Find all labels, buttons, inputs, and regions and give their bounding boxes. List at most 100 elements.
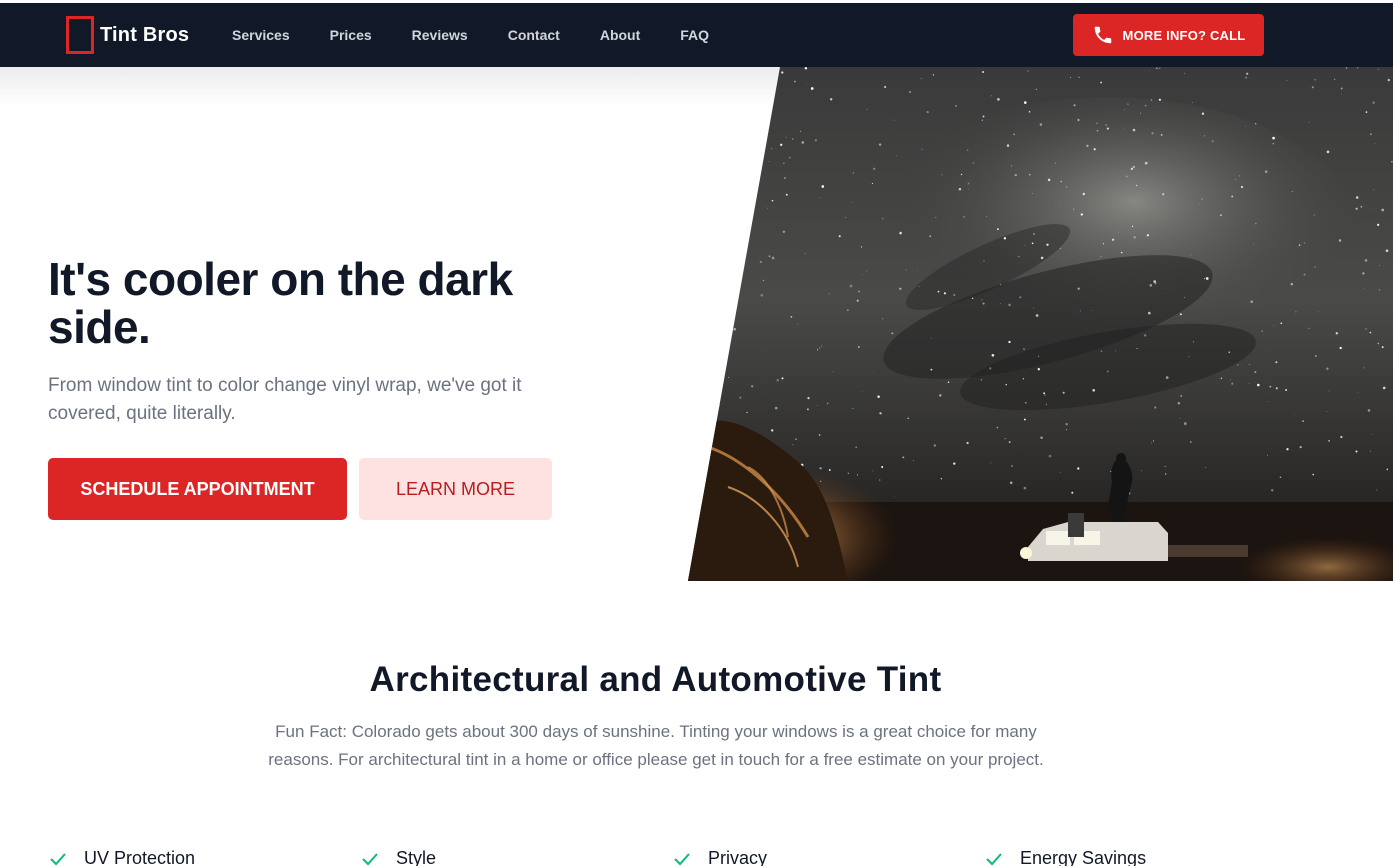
star	[1272, 143, 1274, 145]
hero-image	[688, 67, 1393, 581]
schedule-appointment-button[interactable]: SCHEDULE APPOINTMENT	[48, 458, 347, 520]
star	[788, 156, 791, 159]
star	[856, 474, 859, 476]
star	[737, 136, 739, 137]
star	[968, 188, 969, 190]
star	[1133, 236, 1136, 239]
star	[821, 345, 823, 347]
star	[1073, 208, 1075, 210]
star	[981, 119, 983, 121]
star	[873, 372, 874, 374]
nav-link-contact[interactable]: Contact	[508, 27, 560, 43]
star	[1022, 378, 1024, 380]
star	[937, 290, 940, 293]
star	[1117, 231, 1119, 233]
star	[1006, 144, 1010, 147]
star	[1144, 161, 1148, 165]
star	[1160, 133, 1163, 136]
star	[1378, 289, 1380, 291]
star	[1245, 76, 1247, 79]
star	[1024, 101, 1027, 104]
star	[1040, 436, 1043, 439]
star	[1364, 287, 1365, 289]
star	[1250, 300, 1253, 303]
star	[878, 143, 882, 146]
star	[902, 456, 905, 459]
star	[1035, 88, 1037, 91]
star	[1340, 87, 1343, 90]
star	[1043, 392, 1046, 395]
star	[866, 270, 868, 272]
star	[741, 113, 743, 115]
star	[1314, 79, 1316, 81]
star	[852, 407, 854, 409]
star	[1246, 72, 1249, 75]
star	[1318, 311, 1319, 312]
star	[759, 260, 762, 264]
star	[799, 130, 802, 133]
star	[766, 207, 768, 209]
star	[797, 323, 799, 325]
star	[838, 235, 841, 238]
star	[1011, 465, 1014, 468]
star	[1357, 391, 1359, 393]
star	[1228, 351, 1231, 354]
star	[1044, 394, 1046, 396]
star	[1023, 418, 1026, 421]
star	[776, 378, 779, 382]
star	[1290, 283, 1293, 286]
star	[852, 172, 855, 174]
star	[1230, 379, 1232, 381]
nav-link-services[interactable]: Services	[232, 27, 290, 43]
star	[1355, 196, 1359, 199]
navbar: Tint Bros Services Prices Reviews Contac…	[0, 3, 1393, 67]
star	[1312, 473, 1314, 476]
star	[792, 444, 794, 446]
star	[943, 292, 946, 295]
star	[1180, 395, 1183, 397]
star	[771, 429, 774, 432]
star	[966, 441, 969, 445]
star	[1115, 350, 1116, 352]
star	[1008, 303, 1011, 307]
star	[1369, 133, 1372, 136]
star	[1286, 80, 1288, 81]
star	[941, 174, 943, 176]
star	[828, 293, 830, 295]
star	[700, 199, 703, 202]
star	[849, 284, 853, 288]
star	[1275, 387, 1278, 390]
star	[1244, 125, 1246, 127]
star	[1102, 243, 1105, 245]
nav-link-prices[interactable]: Prices	[330, 27, 372, 43]
star	[1073, 104, 1076, 107]
star	[879, 412, 882, 415]
star	[1365, 328, 1367, 330]
learn-more-button[interactable]: LEARN MORE	[359, 458, 552, 520]
star	[1120, 251, 1123, 254]
star	[1077, 467, 1080, 470]
star	[912, 460, 914, 462]
hero-section: It's cooler on the dark side. From windo…	[0, 67, 1393, 581]
nav-link-about[interactable]: About	[600, 27, 640, 43]
star	[774, 406, 778, 410]
star	[1253, 243, 1255, 245]
star	[817, 405, 818, 406]
star	[1040, 256, 1044, 260]
feature-list: UV Protection Style Privacy Energy Savin…	[48, 848, 1348, 866]
call-button[interactable]: MORE INFO? CALL	[1073, 14, 1264, 56]
logo[interactable]: Tint Bros	[66, 16, 189, 54]
star	[1000, 302, 1001, 304]
nav-link-faq[interactable]: FAQ	[680, 27, 709, 43]
star	[971, 297, 974, 299]
nav-link-reviews[interactable]: Reviews	[412, 27, 468, 43]
star	[1179, 313, 1182, 316]
star	[785, 193, 788, 196]
star	[1184, 72, 1186, 74]
star	[1164, 466, 1166, 468]
star	[1009, 481, 1013, 485]
star	[1363, 367, 1365, 369]
star	[1070, 77, 1071, 78]
star	[1037, 368, 1040, 371]
star	[1177, 402, 1181, 405]
